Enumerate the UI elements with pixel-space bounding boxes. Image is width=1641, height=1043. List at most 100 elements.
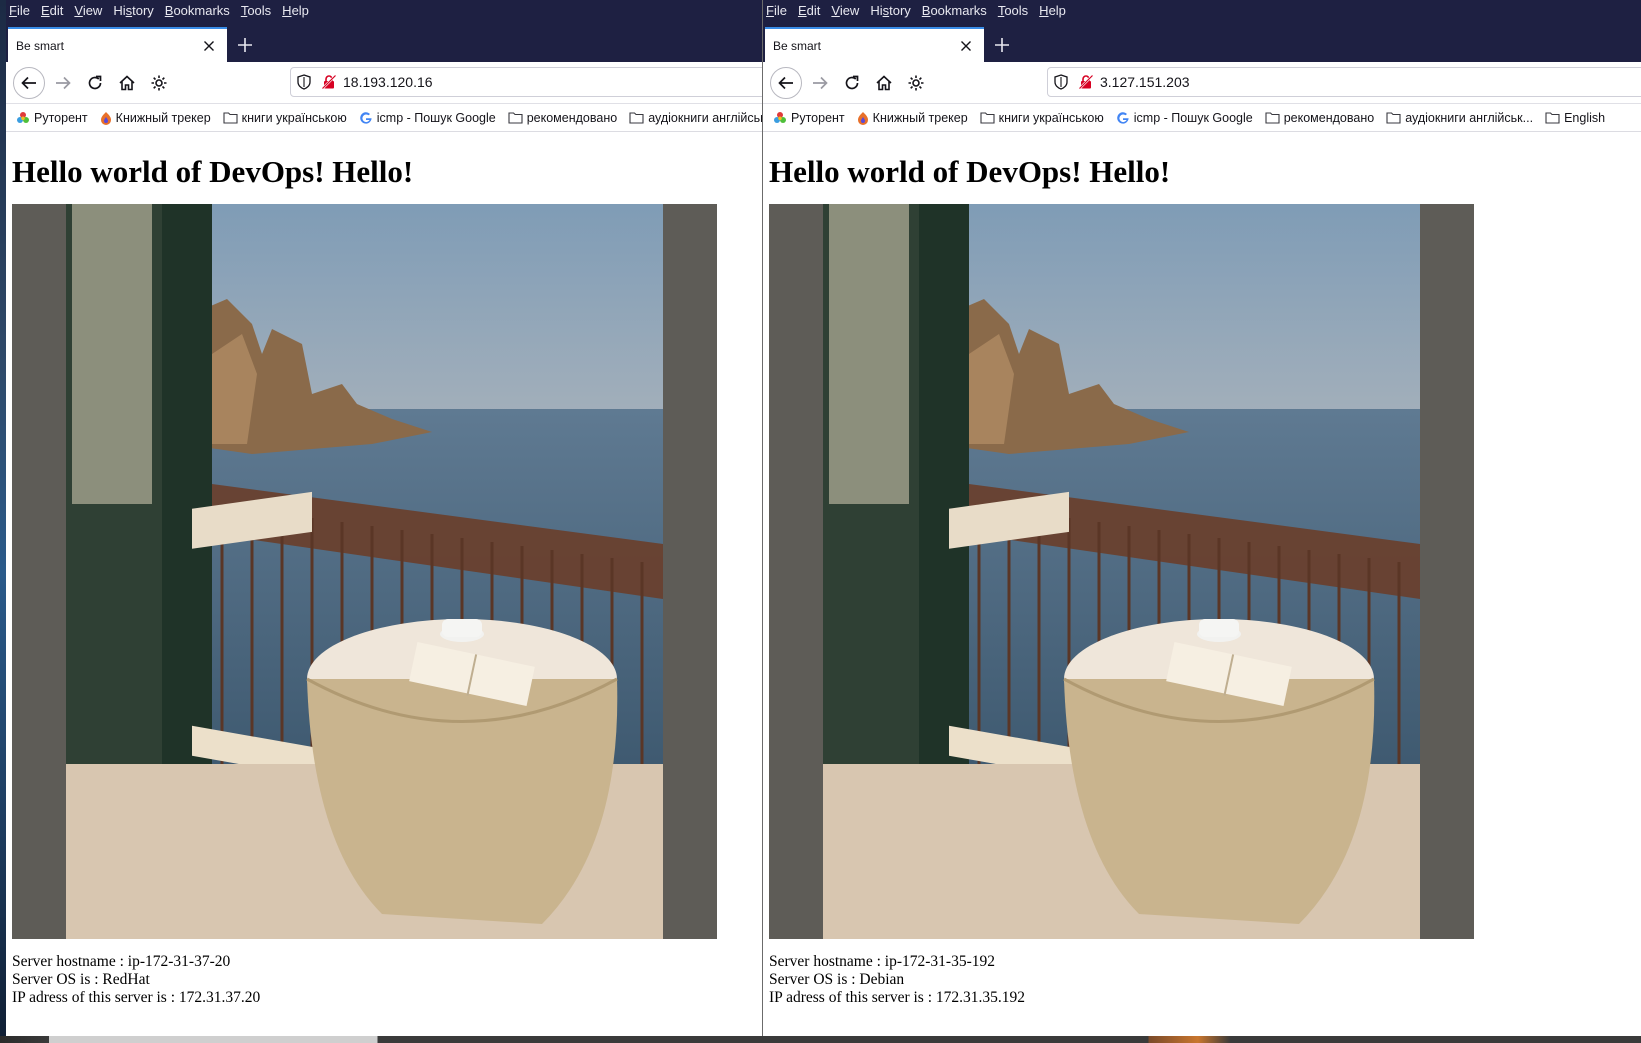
menu-tools[interactable]: Tools (241, 0, 271, 22)
bookmark-audiobooks-english[interactable]: аудіокниги англійськ... (629, 111, 762, 125)
server-hostname: Server hostname : ip-172-31-35-192 (769, 953, 995, 970)
reload-button[interactable] (836, 67, 868, 99)
photo-illustration (66, 204, 663, 939)
bookmark-recommended[interactable]: рекомендовано (1265, 111, 1374, 125)
bookmark-english[interactable]: English (1545, 111, 1605, 125)
tab-strip: Be smart (763, 22, 1641, 62)
back-button[interactable] (770, 66, 802, 99)
book-tracker-icon (857, 111, 868, 125)
reload-icon (845, 75, 859, 89)
google-icon (1116, 111, 1129, 124)
arrow-right-icon (56, 76, 71, 89)
url-bar[interactable]: 3.127.151.203 (1047, 67, 1641, 97)
menu-history[interactable]: History (870, 0, 910, 22)
menu-bookmarks[interactable]: Bookmarks (922, 0, 987, 22)
home-button[interactable] (111, 67, 143, 99)
tab-title: Be smart (773, 38, 822, 53)
menu-view[interactable]: View (74, 0, 102, 22)
url-text: 18.193.120.16 (343, 74, 433, 90)
tab-be-smart[interactable]: Be smart (765, 27, 984, 62)
menu-help[interactable]: Help (1039, 0, 1066, 22)
shield-icon[interactable] (1054, 74, 1068, 90)
bookmark-rutorrent[interactable]: Руторент (16, 111, 88, 125)
arrow-right-icon (813, 76, 828, 89)
menu-bar: File Edit View History Bookmarks Tools H… (6, 0, 762, 22)
server-ip: IP adress of this server is : 172.31.37.… (12, 989, 261, 1006)
server-os: Server OS is : Debian (769, 971, 905, 988)
url-text: 3.127.151.203 (1100, 74, 1190, 90)
back-button[interactable] (13, 66, 45, 99)
server-info: Server hostname : ip-172-31-35-192 Serve… (769, 953, 1641, 1007)
extensions-button[interactable] (900, 67, 932, 99)
server-hostname: Server hostname : ip-172-31-37-20 (12, 953, 231, 970)
bookmark-icmp-google[interactable]: icmp - Пошук Google (1116, 111, 1253, 125)
page-heading: Hello world of DevOps! Hello! (769, 154, 1171, 189)
close-tab-icon[interactable] (199, 36, 219, 56)
bookmark-books-ukrainian[interactable]: книги українською (223, 111, 347, 125)
server-info: Server hostname : ip-172-31-37-20 Server… (12, 953, 762, 1007)
tab-title: Be smart (16, 38, 65, 53)
close-tab-icon[interactable] (956, 36, 976, 56)
server-os: Server OS is : RedHat (12, 971, 150, 988)
home-button[interactable] (868, 67, 900, 99)
insecure-lock-icon[interactable] (1078, 74, 1094, 90)
new-tab-button[interactable] (984, 27, 1020, 62)
server-ip: IP adress of this server is : 172.31.35.… (769, 989, 1026, 1006)
folder-icon (980, 112, 995, 124)
arrow-left-icon (21, 76, 36, 89)
bookmark-audiobooks-english[interactable]: аудіокниги англійськ... (1386, 111, 1533, 125)
bookmarks-toolbar: Руторент Книжный трекер книги українсько… (763, 104, 1641, 132)
folder-icon (629, 112, 644, 124)
browser-window-right: File Edit View History Bookmarks Tools H… (763, 0, 1641, 1036)
browser-window-left: File Edit View History Bookmarks Tools H… (6, 0, 762, 1036)
reload-button[interactable] (79, 67, 111, 99)
menu-file[interactable]: File (766, 0, 787, 22)
book-tracker-icon (100, 111, 111, 125)
photo-illustration (823, 204, 1420, 939)
bookmark-rutorrent[interactable]: Руторент (773, 111, 845, 125)
reload-icon (88, 75, 102, 89)
gear-icon (151, 75, 167, 90)
gear-icon (908, 75, 924, 90)
new-tab-button[interactable] (227, 27, 263, 62)
tab-be-smart[interactable]: Be smart (8, 27, 227, 62)
rutorrent-icon (17, 111, 29, 123)
url-bar[interactable]: 18.193.120.16 (290, 67, 762, 97)
rutorrent-icon (774, 111, 786, 123)
google-icon (359, 111, 372, 124)
folder-icon (223, 112, 238, 124)
menu-edit[interactable]: Edit (798, 0, 820, 22)
menu-tools[interactable]: Tools (998, 0, 1028, 22)
folder-icon (1386, 112, 1401, 124)
home-icon (119, 74, 135, 90)
menu-file[interactable]: File (9, 0, 30, 22)
menu-edit[interactable]: Edit (41, 0, 63, 22)
tab-strip: Be smart (6, 22, 762, 62)
taskbar (0, 1036, 1641, 1043)
menu-view[interactable]: View (831, 0, 859, 22)
forward-button[interactable] (804, 67, 836, 99)
page-heading: Hello world of DevOps! Hello! (12, 154, 414, 189)
page-content: Hello world of DevOps! Hello! Server hos… (6, 154, 762, 1007)
bookmark-book-tracker[interactable]: Книжный трекер (857, 111, 968, 125)
folder-icon (1545, 112, 1560, 124)
balcony-sea-photo (12, 204, 717, 939)
bookmark-books-ukrainian[interactable]: книги українською (980, 111, 1104, 125)
insecure-lock-icon[interactable] (321, 74, 337, 90)
bookmark-recommended[interactable]: рекомендовано (508, 111, 617, 125)
bookmark-icmp-google[interactable]: icmp - Пошук Google (359, 111, 496, 125)
menu-help[interactable]: Help (282, 0, 309, 22)
menu-bookmarks[interactable]: Bookmarks (165, 0, 230, 22)
bookmarks-toolbar: Руторент Книжный трекер книги українсько… (6, 104, 762, 132)
balcony-sea-photo (769, 204, 1474, 939)
bookmark-book-tracker[interactable]: Книжный трекер (100, 111, 211, 125)
plus-icon (238, 37, 252, 52)
menu-history[interactable]: History (113, 0, 153, 22)
page-content: Hello world of DevOps! Hello! Server hos… (763, 154, 1641, 1007)
home-icon (876, 74, 892, 90)
plus-icon (995, 37, 1009, 52)
forward-button[interactable] (47, 67, 79, 99)
extensions-button[interactable] (143, 67, 175, 99)
menu-bar: File Edit View History Bookmarks Tools H… (763, 0, 1641, 22)
shield-icon[interactable] (297, 74, 311, 90)
